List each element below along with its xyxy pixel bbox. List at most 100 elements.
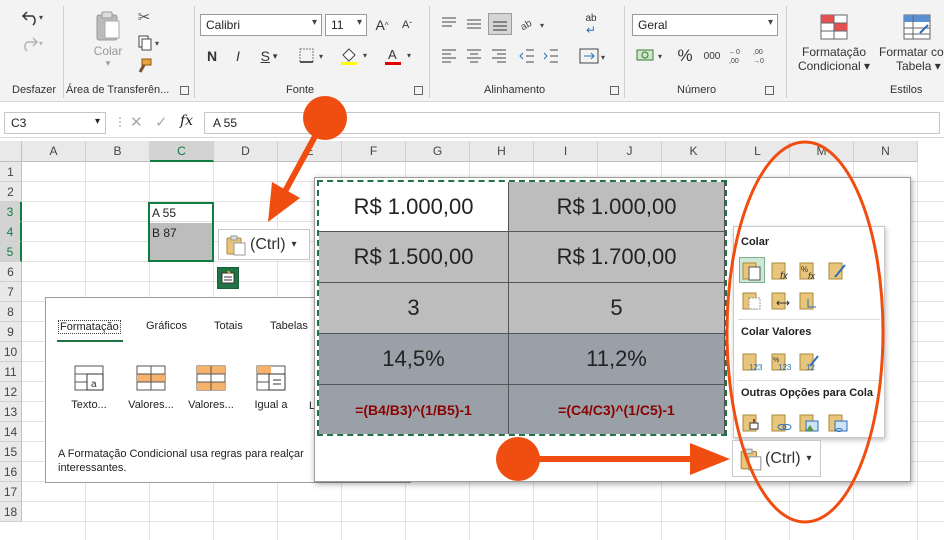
row-header[interactable]: 9 xyxy=(0,322,22,342)
column-header[interactable]: K xyxy=(662,141,726,162)
table-cell[interactable]: R$ 1.500,00 xyxy=(319,232,509,283)
italic-button[interactable]: I xyxy=(228,46,248,66)
column-header[interactable]: M xyxy=(790,141,854,162)
decrease-font-button[interactable]: Aˇ xyxy=(396,14,418,36)
row-header[interactable]: 13 xyxy=(0,402,22,422)
column-header[interactable]: I xyxy=(534,141,598,162)
tile-igual-a[interactable]: Igual a xyxy=(242,364,300,411)
cell-c4[interactable]: B 87 xyxy=(149,223,213,243)
paste-default-icon[interactable] xyxy=(741,259,763,281)
row-header[interactable]: 17 xyxy=(0,482,22,502)
cancel-icon[interactable]: ✕ xyxy=(130,113,143,131)
underline-button[interactable]: S ▾ xyxy=(254,46,284,66)
number-format-combo[interactable]: Geral ▾ xyxy=(632,14,778,36)
column-header[interactable]: F xyxy=(342,141,406,162)
row-header[interactable]: 12 xyxy=(0,382,22,402)
table-cell[interactable]: R$ 1.000,00 xyxy=(509,182,725,232)
tile-texto[interactable]: a Texto... xyxy=(60,364,118,411)
column-header[interactable]: D xyxy=(214,141,278,162)
font-size-combo[interactable]: 11 ▾ xyxy=(325,14,367,36)
column-header[interactable]: L xyxy=(726,141,790,162)
align-left-icon[interactable] xyxy=(440,48,458,64)
column-header[interactable]: J xyxy=(598,141,662,162)
table-cell[interactable]: 5 xyxy=(509,283,725,334)
row-header[interactable]: 10 xyxy=(0,342,22,362)
fx-icon[interactable]: fx xyxy=(180,113,193,129)
paste-keep-source-icon[interactable] xyxy=(827,259,849,281)
quick-analysis-button[interactable] xyxy=(217,267,239,289)
cut-button[interactable]: ✂ xyxy=(134,8,154,26)
number-launcher-icon[interactable] xyxy=(765,86,774,95)
row-header[interactable]: 11 xyxy=(0,362,22,382)
row-header[interactable]: 3 xyxy=(0,202,22,222)
tab-formatacao[interactable]: Formatação xyxy=(58,320,121,334)
formula-cell[interactable]: =(B4/B3)^(1/B5)-1 xyxy=(319,385,509,434)
alignment-launcher-icon[interactable] xyxy=(610,86,619,95)
row-header[interactable]: 15 xyxy=(0,442,22,462)
paste-linked-picture-icon[interactable] xyxy=(827,411,849,433)
row-header[interactable]: 5 xyxy=(0,242,22,262)
enter-icon[interactable]: ✓ xyxy=(155,113,168,131)
thousands-button[interactable]: 000 xyxy=(700,46,724,66)
row-header[interactable]: 6 xyxy=(0,262,22,282)
column-header[interactable]: H xyxy=(470,141,534,162)
table-cell[interactable]: R$ 1.000,00 xyxy=(319,182,509,232)
increase-font-button[interactable]: A ^ xyxy=(371,14,393,36)
select-all-corner[interactable] xyxy=(0,141,22,162)
paste-no-borders-icon[interactable] xyxy=(741,289,763,311)
paste-formulas-number-format-icon[interactable]: %fx xyxy=(798,259,820,281)
paste-column-widths-icon[interactable] xyxy=(770,289,792,311)
paste-values-source-format-icon[interactable]: 12 xyxy=(798,350,820,372)
column-header[interactable]: B xyxy=(86,141,150,162)
wrap-text-button[interactable]: ab ↵ xyxy=(578,12,604,38)
redo-button[interactable]: ▾ xyxy=(16,32,50,54)
row-header[interactable]: 2 xyxy=(0,182,22,202)
column-header[interactable]: N xyxy=(854,141,918,162)
tab-totais[interactable]: Totais xyxy=(214,320,243,332)
row-header[interactable]: 4 xyxy=(0,222,22,242)
paste-picture-icon[interactable] xyxy=(798,411,820,433)
decrease-decimal-icon[interactable]: ,00→0 xyxy=(752,46,774,66)
table-cell[interactable]: 3 xyxy=(319,283,509,334)
decrease-indent-icon[interactable] xyxy=(518,48,536,64)
paste-link-icon[interactable] xyxy=(770,411,792,433)
increase-indent-icon[interactable] xyxy=(542,48,560,64)
table-cell[interactable]: 11,2% xyxy=(509,334,725,385)
conditional-formatting-button[interactable]: Formatação Condicional ▾ xyxy=(795,8,873,78)
format-painter-button[interactable] xyxy=(134,58,154,76)
font-name-combo[interactable]: Calibri ▾ xyxy=(200,14,322,36)
tile-valores-2[interactable]: Valores... xyxy=(182,364,240,411)
row-header[interactable]: 1 xyxy=(0,162,22,182)
table-cell[interactable]: 14,5% xyxy=(319,334,509,385)
merge-center-icon[interactable]: ▾ xyxy=(578,46,610,66)
copy-button[interactable]: ▾ xyxy=(134,34,166,52)
format-as-table-button[interactable]: Formatar co Tabela ▾ xyxy=(876,8,944,78)
currency-icon[interactable]: ▾ xyxy=(634,46,670,66)
column-header[interactable]: A xyxy=(22,141,86,162)
paste-options-button-small[interactable]: (Ctrl) ▾ xyxy=(218,229,310,260)
align-middle-icon[interactable] xyxy=(465,16,483,32)
align-top-icon[interactable] xyxy=(440,16,458,32)
paste-formatting-icon[interactable] xyxy=(741,411,763,433)
clipboard-launcher-icon[interactable] xyxy=(180,86,189,95)
paste-options-button[interactable]: (Ctrl) ▾ xyxy=(732,440,821,477)
borders-button[interactable]: ▾ xyxy=(296,46,330,66)
column-header[interactable]: C xyxy=(150,141,214,162)
column-header[interactable]: G xyxy=(406,141,470,162)
cell-c3[interactable]: A 55 xyxy=(149,203,213,223)
increase-decimal-icon[interactable]: ←0,00 xyxy=(728,46,750,66)
paste-values-number-format-icon[interactable]: %123 xyxy=(770,350,792,372)
orientation-icon[interactable]: ab ▾ xyxy=(518,14,550,34)
paste-button[interactable]: Colar ▾ xyxy=(88,8,128,70)
row-header[interactable]: 16 xyxy=(0,462,22,482)
percent-button[interactable]: % xyxy=(675,46,695,66)
row-header[interactable]: 14 xyxy=(0,422,22,442)
row-header[interactable]: 7 xyxy=(0,282,22,302)
align-right-icon[interactable] xyxy=(490,48,508,64)
align-center-icon[interactable] xyxy=(465,48,483,64)
formula-cell[interactable]: =(C4/C3)^(1/C5)-1 xyxy=(509,385,725,434)
align-bottom-button[interactable] xyxy=(488,13,512,35)
paste-transpose-icon[interactable] xyxy=(798,289,820,311)
undo-button[interactable]: ▾ xyxy=(16,6,50,28)
paste-values-icon[interactable]: 123 xyxy=(741,350,763,372)
